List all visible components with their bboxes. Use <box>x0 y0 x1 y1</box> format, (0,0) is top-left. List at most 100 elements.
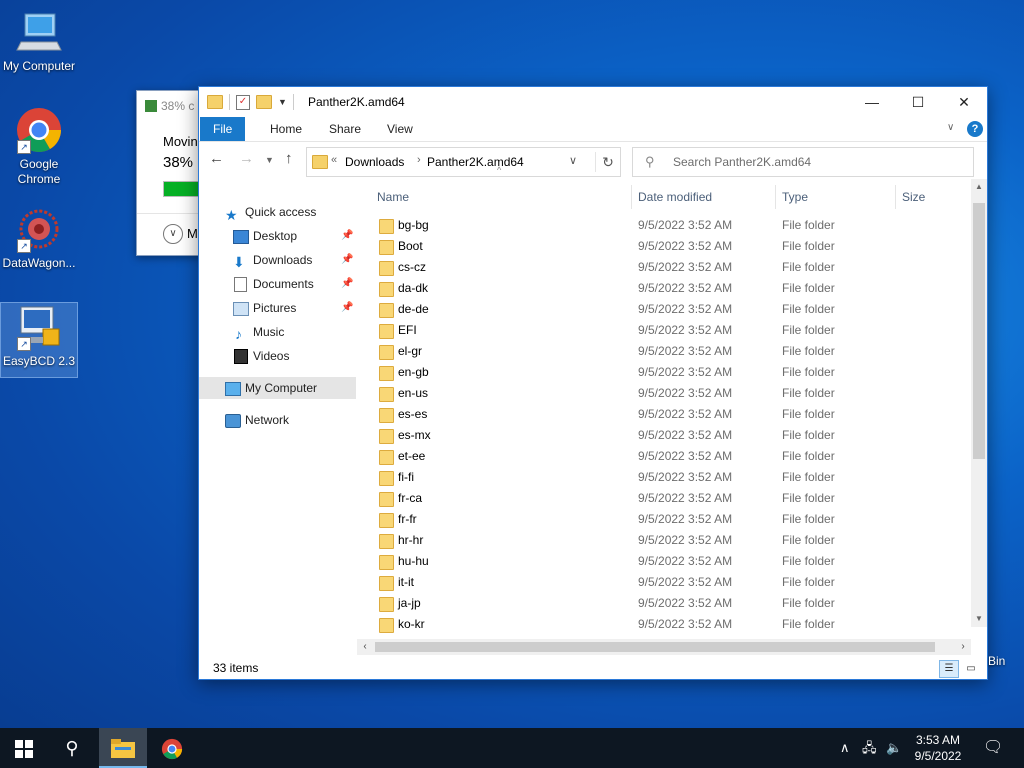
help-icon[interactable]: ? <box>967 121 983 137</box>
table-row[interactable]: hr-hr 9/5/2022 3:52 AM File folder <box>357 530 969 551</box>
computer-icon <box>225 382 241 396</box>
column-header-name[interactable]: Name <box>377 179 409 215</box>
table-row[interactable]: cs-cz 9/5/2022 3:52 AM File folder <box>357 257 969 278</box>
file-type: File folder <box>782 428 835 442</box>
recycle-bin-label[interactable]: Bin <box>988 654 1005 668</box>
breadcrumb-current[interactable]: Panther2K.amd64 <box>427 155 524 169</box>
desktop-icon-google-chrome[interactable]: ↗ Google Chrome <box>1 106 77 187</box>
large-icons-view-icon[interactable]: ▭ <box>961 660 981 678</box>
scroll-up-icon[interactable]: ▲ <box>971 179 987 195</box>
taskbar-file-explorer[interactable] <box>99 728 147 768</box>
breadcrumb-overflow[interactable]: « <box>331 154 337 166</box>
desktop-icon-my-computer[interactable]: My Computer <box>1 8 77 74</box>
horizontal-scrollbar[interactable]: ‹ › <box>357 639 971 655</box>
sidebar-item-pictures[interactable]: Pictures 📌 <box>199 297 356 319</box>
pin-icon[interactable]: 📌 <box>341 273 353 295</box>
folder-icon <box>379 408 394 423</box>
desktop-icon-easybcd[interactable]: ↗ EasyBCD 2.3 <box>0 302 78 378</box>
divider <box>229 94 230 110</box>
sidebar-item-documents[interactable]: Documents 📌 <box>199 273 356 295</box>
tab-share[interactable]: Share <box>315 117 375 141</box>
table-row[interactable]: EFI 9/5/2022 3:52 AM File folder <box>357 320 969 341</box>
up-arrow-icon[interactable]: ↑ <box>285 150 293 167</box>
notifications-icon[interactable]: 🗨 <box>983 728 1003 768</box>
table-row[interactable]: ko-kr 9/5/2022 3:52 AM File folder <box>357 614 969 635</box>
scroll-right-icon[interactable]: › <box>955 639 971 655</box>
new-folder-icon[interactable] <box>256 95 272 109</box>
customize-toolbar-icon[interactable]: ▼ <box>278 97 287 107</box>
column-header-type[interactable]: Type <box>782 179 808 215</box>
table-row[interactable]: ja-jp 9/5/2022 3:52 AM File folder <box>357 593 969 614</box>
pin-icon[interactable]: 📌 <box>341 225 353 247</box>
sidebar-item-downloads[interactable]: ⬇ Downloads 📌 <box>199 249 356 271</box>
file-name: hu-hu <box>398 554 429 568</box>
sidebar-item-music[interactable]: ♪ Music <box>199 321 356 343</box>
start-button[interactable] <box>0 728 48 768</box>
sidebar-item-quick-access[interactable]: ★ Quick access <box>199 201 356 223</box>
file-list: Name ^ Date modified Type Size bg-bg 9/5/… <box>357 165 987 649</box>
table-row[interactable]: fr-ca 9/5/2022 3:52 AM File folder <box>357 488 969 509</box>
file-name: Boot <box>398 239 423 253</box>
clock[interactable]: 3:53 AM 9/5/2022 <box>908 732 968 764</box>
tab-home[interactable]: Home <box>256 117 316 141</box>
chevron-down-icon[interactable]: ∨ <box>569 154 577 167</box>
table-row[interactable]: fi-fi 9/5/2022 3:52 AM File folder <box>357 467 969 488</box>
sidebar-item-network[interactable]: Network <box>199 409 356 431</box>
pin-icon[interactable]: 📌 <box>341 297 353 319</box>
volume-icon[interactable]: 🔈 <box>886 728 902 768</box>
scroll-down-icon[interactable]: ▼ <box>971 611 987 627</box>
table-row[interactable]: it-it 9/5/2022 3:52 AM File folder <box>357 572 969 593</box>
show-hidden-icons-icon[interactable]: ∧ <box>840 728 850 768</box>
scroll-thumb[interactable] <box>375 642 935 652</box>
column-header-date[interactable]: Date modified <box>638 179 712 215</box>
address-bar[interactable]: « Downloads › Panther2K.amd64 ∨ ↻ <box>306 147 621 177</box>
table-row[interactable]: Boot 9/5/2022 3:52 AM File folder <box>357 236 969 257</box>
clock-date: 9/5/2022 <box>914 749 962 763</box>
back-arrow-icon[interactable]: ← <box>209 150 224 167</box>
tab-file[interactable]: File <box>200 117 246 141</box>
table-row[interactable]: de-de 9/5/2022 3:52 AM File folder <box>357 299 969 320</box>
pin-icon[interactable]: 📌 <box>341 249 353 271</box>
sidebar-item-my-computer[interactable]: My Computer <box>199 377 356 399</box>
search-button[interactable]: ⚲ <box>48 728 96 768</box>
tab-view[interactable]: View <box>373 117 427 141</box>
file-explorer-window[interactable]: ✓ ▼ Panther2K.amd64 — ☐ ✕ File Home Shar… <box>198 86 988 680</box>
table-row[interactable]: da-dk 9/5/2022 3:52 AM File folder <box>357 278 969 299</box>
forward-arrow-icon[interactable]: → <box>239 150 254 167</box>
details-view-icon[interactable]: ☰ <box>939 660 959 678</box>
table-row[interactable]: en-us 9/5/2022 3:52 AM File folder <box>357 383 969 404</box>
file-date: 9/5/2022 3:52 AM <box>638 239 733 253</box>
maximize-button[interactable]: ☐ <box>895 87 941 117</box>
refresh-icon[interactable]: ↻ <box>595 152 620 172</box>
scroll-thumb[interactable] <box>973 203 985 459</box>
table-row[interactable]: es-mx 9/5/2022 3:52 AM File folder <box>357 425 969 446</box>
file-type: File folder <box>782 491 835 505</box>
close-button[interactable]: ✕ <box>941 87 987 117</box>
sidebar-item-videos[interactable]: Videos <box>199 345 356 367</box>
table-row[interactable]: fr-fr 9/5/2022 3:52 AM File folder <box>357 509 969 530</box>
properties-icon[interactable]: ✓ <box>236 94 250 110</box>
table-row[interactable]: el-gr 9/5/2022 3:52 AM File folder <box>357 341 969 362</box>
file-date: 9/5/2022 3:52 AM <box>638 407 733 421</box>
table-row[interactable]: et-ee 9/5/2022 3:52 AM File folder <box>357 446 969 467</box>
sidebar-item-desktop[interactable]: Desktop 📌 <box>199 225 356 247</box>
network-icon[interactable]: 🖧 <box>862 728 877 768</box>
file-name: fi-fi <box>398 470 414 484</box>
search-input[interactable]: ⚲ Search Panther2K.amd64 <box>632 147 974 177</box>
table-row[interactable]: es-es 9/5/2022 3:52 AM File folder <box>357 404 969 425</box>
recent-locations-icon[interactable]: ▼ <box>265 155 274 165</box>
vertical-scrollbar[interactable]: ▲ ▼ <box>971 179 987 627</box>
desktop-icon-datawagon[interactable]: ↗ DataWagon... <box>1 205 77 271</box>
scroll-left-icon[interactable]: ‹ <box>357 639 373 655</box>
taskbar-chrome[interactable] <box>148 728 196 768</box>
title-bar[interactable]: ✓ ▼ Panther2K.amd64 — ☐ ✕ <box>199 87 987 117</box>
table-row[interactable]: hu-hu 9/5/2022 3:52 AM File folder <box>357 551 969 572</box>
breadcrumb-downloads[interactable]: Downloads <box>345 155 404 169</box>
minimize-button[interactable]: — <box>849 87 895 117</box>
expand-ribbon-icon[interactable]: ∨ <box>947 122 954 133</box>
table-row[interactable]: bg-bg 9/5/2022 3:52 AM File folder <box>357 215 969 236</box>
table-row[interactable]: en-gb 9/5/2022 3:52 AM File folder <box>357 362 969 383</box>
chevron-right-icon[interactable]: › <box>417 154 421 166</box>
column-header-size[interactable]: Size <box>902 179 925 215</box>
folder-icon <box>379 471 394 486</box>
